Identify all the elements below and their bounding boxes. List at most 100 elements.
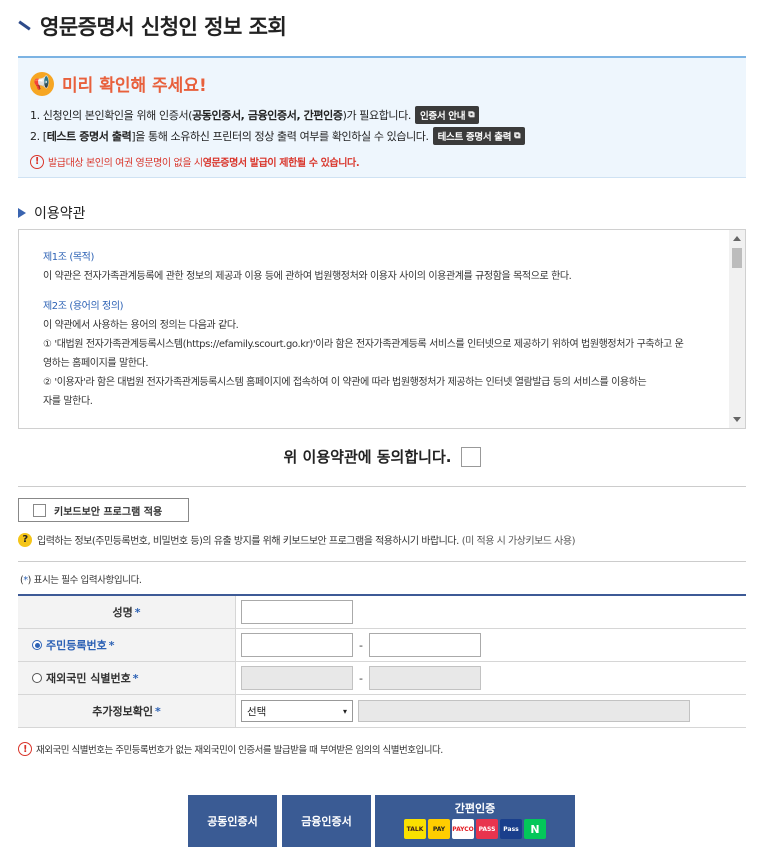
external-link-icon: ⧉	[514, 131, 521, 141]
required-star: *	[108, 638, 115, 652]
keyboard-security-label: 키보드보안 프로그램 적용	[54, 506, 163, 518]
scroll-up-icon[interactable]	[733, 236, 741, 241]
notice-warning: ! 발급대상 본인의 여권 영문명이 없을 시 영문증명서 발급이 제한될 수 …	[30, 154, 360, 169]
page-title-bar: 영문증명서 신청인 정보 조회	[18, 10, 287, 42]
required-note-post: ) 표시는 필수 입력사항입니다.	[27, 575, 142, 586]
extra-info-label-text: 추가정보확인	[92, 705, 153, 718]
kb-pay-icon: PAY	[428, 819, 450, 839]
payco-icon: PAYCO	[452, 819, 474, 839]
terms-section-title: 이용약관	[18, 203, 86, 223]
notice-box: 📢 미리 확인해 주세요! 1. 신청인의 본인확인을 위해 인증서(공동인증서…	[18, 56, 746, 178]
easy-cert-label: 간편인증	[454, 802, 496, 815]
foreign-id-back-input[interactable]	[369, 666, 481, 690]
test-print-button[interactable]: 테스트 증명서 출력 ⧉	[432, 127, 526, 145]
notice-line-1-bold: 공동인증서, 금융인증서, 간편인증	[192, 109, 343, 122]
terms-section-label: 이용약관	[34, 206, 86, 222]
form-row-foreign: 재외국민 식별번호 * -	[18, 662, 746, 695]
dash: -	[359, 638, 363, 652]
financial-cert-button[interactable]: 금융인증서	[282, 795, 371, 847]
pass-icon: PASS	[476, 819, 498, 839]
scroll-thumb[interactable]	[732, 248, 742, 268]
name-label-text: 성명	[112, 606, 133, 619]
cert-guide-button[interactable]: 인증서 안내 ⧉	[414, 106, 480, 124]
notice-line-1-post: )가 필요합니다.	[342, 109, 412, 122]
scroll-down-icon[interactable]	[733, 417, 741, 422]
required-note: (*) 표시는 필수 입력사항입니다.	[20, 572, 142, 586]
foreign-id-label-text: 재외국민 식별번호	[46, 672, 131, 685]
name-label: 성명 *	[18, 596, 236, 628]
extra-info-input[interactable]	[358, 700, 690, 722]
notice-line-2-pre: 2. [	[30, 129, 47, 143]
warning-icon: !	[18, 742, 32, 756]
article-2-item-2-cont: 자를 말한다.	[43, 396, 93, 407]
keyboard-help: ? 입력하는 정보(주민등록번호, 비밀번호 등)의 유출 방지를 위해 키보드…	[18, 532, 575, 547]
terms-scrollbar[interactable]	[729, 230, 745, 428]
rrn-label[interactable]: 주민등록번호 *	[18, 629, 236, 661]
foreign-id-note: ! 재외국민 식별번호는 주민등록번호가 없는 재외국민이 인증서를 발급받을 …	[18, 742, 443, 756]
joint-cert-label: 공동인증서	[207, 815, 258, 828]
external-link-icon: ⧉	[468, 110, 475, 120]
keyboard-help-text: 입력하는 정보(주민등록번호, 비밀번호 등)의 유출 방지를 위해 키보드보안…	[37, 536, 459, 547]
foreign-id-label[interactable]: 재외국민 식별번호 *	[18, 662, 236, 694]
foreign-field-cell: -	[236, 662, 746, 694]
article-1-title: 제1조 (목적)	[43, 252, 94, 263]
easy-cert-logos: TALK PAY PAYCO PASS Pass N	[404, 819, 546, 839]
test-print-label: 테스트 증명서 출력	[437, 132, 512, 143]
article-2-item-2: ② '이용자'라 함은 대법원 전자가족관계등록시스템 홈페이지에 접속하여 이…	[43, 377, 647, 388]
notice-line-2-bold: 테스트 증명서 출력	[46, 130, 132, 143]
keyboard-security-button[interactable]: 키보드보안 프로그램 적용	[18, 498, 189, 522]
warning-pre: 발급대상 본인의 여권 영문명이 없을 시	[48, 158, 203, 169]
article-2-title: 제2조 (용어의 정의)	[43, 301, 124, 312]
chevron-down-icon: ▾	[342, 706, 347, 716]
notice-line-2-post: ]을 통해 소유하신 프린터의 정상 출력 여부를 확인하실 수 있습니다.	[131, 130, 429, 143]
foreign-id-front-input[interactable]	[241, 666, 353, 690]
notice-line-2: 2. [테스트 증명서 출력]을 통해 소유하신 프린터의 정상 출력 여부를 …	[30, 127, 526, 145]
megaphone-icon: 📢	[30, 71, 54, 96]
article-2-intro: 이 약관에서 사용하는 용어의 정의는 다음과 같다.	[43, 320, 239, 331]
required-star: *	[134, 605, 141, 619]
rrn-front-input[interactable]	[241, 633, 353, 657]
kakao-icon: TALK	[404, 819, 426, 839]
rrn-label-text: 주민등록번호	[46, 639, 107, 652]
terms-box[interactable]: 제1조 (목적) 이 약관은 전자가족관계등록에 관한 정보의 제공과 이용 등…	[18, 229, 746, 429]
notice-line-1: 1. 신청인의 본인확인을 위해 인증서(공동인증서, 금융인증서, 간편인증)…	[30, 106, 480, 124]
divider	[18, 486, 746, 487]
rrn-radio[interactable]	[32, 640, 42, 650]
warning-bold: 영문증명서 발급이 제한될 수 있습니다.	[202, 158, 360, 169]
form-row-name: 성명 *	[18, 596, 746, 629]
applicant-form: 성명 * 주민등록번호 * - 재외국민 식별번호 * - 추가정보확인 * 선…	[18, 594, 746, 728]
name-input[interactable]	[241, 600, 353, 624]
extra-field-cell: 선택 ▾	[236, 695, 746, 727]
easy-cert-button[interactable]: 간편인증 TALK PAY PAYCO PASS Pass N	[375, 795, 575, 847]
required-star: *	[154, 704, 161, 718]
form-row-rrn: 주민등록번호 * -	[18, 629, 746, 662]
article-1-body: 이 약관은 전자가족관계등록에 관한 정보의 제공과 이용 등에 관하여 법원행…	[43, 271, 572, 282]
joint-cert-button[interactable]: 공동인증서	[188, 795, 277, 847]
triangle-bullet-icon	[18, 208, 26, 218]
financial-cert-label: 금융인증서	[301, 815, 352, 828]
agree-checkbox[interactable]	[461, 446, 482, 467]
title-marker-icon	[18, 20, 30, 32]
notice-heading: 미리 확인해 주세요!	[62, 76, 207, 96]
cert-guide-label: 인증서 안내	[419, 111, 466, 122]
extra-info-label: 추가정보확인 *	[18, 695, 236, 727]
rrn-field-cell: -	[236, 629, 746, 661]
rrn-back-input[interactable]	[369, 633, 481, 657]
select-value: 선택	[247, 705, 267, 718]
form-row-extra: 추가정보확인 * 선택 ▾	[18, 695, 746, 728]
keyboard-security-checkbox[interactable]	[33, 503, 46, 517]
terms-text: 제1조 (목적) 이 약관은 전자가족관계등록에 관한 정보의 제공과 이용 등…	[43, 248, 723, 411]
name-field-cell	[236, 596, 746, 628]
notice-line-1-pre: 1. 신청인의 본인확인을 위해 인증서(	[30, 109, 193, 122]
agree-row: 위 이용약관에 동의합니다.	[0, 446, 765, 467]
agree-label: 위 이용약관에 동의합니다.	[283, 448, 452, 466]
article-2-item-1-cont: 영하는 홈페이지를 말한다.	[43, 358, 149, 369]
foreign-id-radio[interactable]	[32, 673, 42, 683]
samsung-pass-icon: Pass	[500, 819, 522, 839]
dash: -	[359, 671, 363, 685]
article-2-item-1: ① '대법원 전자가족관계등록시스템(https://efamily.scour…	[43, 339, 684, 350]
extra-info-select[interactable]: 선택 ▾	[241, 700, 353, 722]
foreign-id-note-text: 재외국민 식별번호는 주민등록번호가 없는 재외국민이 인증서를 발급받을 때 …	[36, 745, 443, 756]
page-title: 영문증명서 신청인 정보 조회	[40, 15, 287, 39]
keyboard-help-dim: (미 적용 시 가상키보드 사용)	[461, 536, 576, 547]
